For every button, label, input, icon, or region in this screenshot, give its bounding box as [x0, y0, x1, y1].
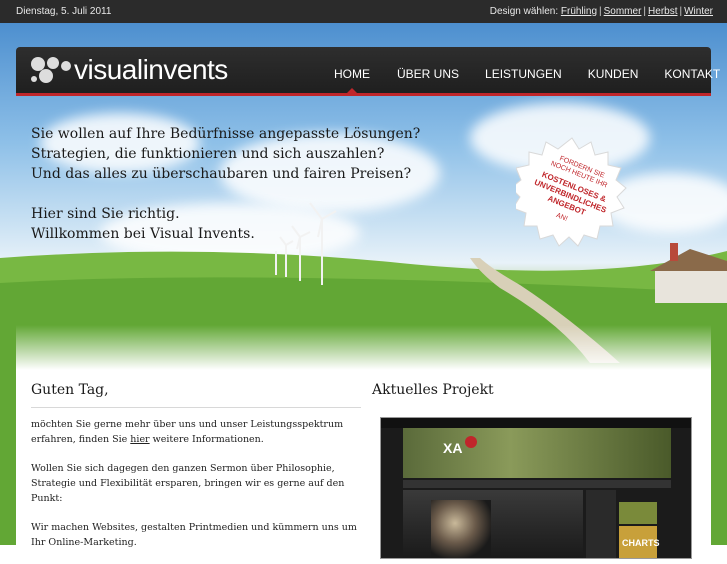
design-link-winter[interactable]: Winter — [684, 6, 713, 17]
slogan-line: Sie wollen auf Ihre Bedürfnisse angepass… — [31, 126, 421, 142]
design-label: Design wählen: — [489, 6, 559, 17]
design-link-summer[interactable]: Sommer — [604, 6, 642, 17]
project-logo-icon: XA — [443, 440, 463, 456]
project-column: Aktuelles Projekt XA CHARTS — [372, 382, 702, 559]
project-thumb-label: CHARTS — [622, 538, 660, 548]
hero-slogan: Sie wollen auf Ihre Bedürfnisse angepass… — [31, 124, 420, 244]
project-screenshot[interactable]: XA CHARTS — [380, 417, 692, 559]
welcome-column: Guten Tag, möchten Sie gerne mehr über u… — [31, 382, 361, 564]
welcome-paragraph: Wir machen Websites, gestalten Printmedi… — [31, 522, 357, 548]
logo-wordmark: visualinvents — [74, 54, 228, 85]
project-heading: Aktuelles Projekt — [372, 382, 494, 398]
logo-dots-icon — [31, 57, 71, 83]
offer-badge[interactable]: FORDERN SIE NOCH HEUTE IHR KOSTENLOSES & U… — [516, 136, 628, 248]
nav-leistungen[interactable]: LEISTUNGEN — [472, 47, 575, 93]
slogan-line: Hier sind Sie richtig. — [31, 206, 180, 222]
nav-kontakt[interactable]: KONTAKT — [651, 47, 727, 93]
slogan-line: Strategien, die funktionieren und sich a… — [31, 146, 385, 162]
date-text: Dienstag, 5. Juli 2011 — [16, 6, 112, 17]
nav-kunden[interactable]: KUNDEN — [575, 47, 652, 93]
nav-home[interactable]: HOME — [320, 47, 384, 93]
slogan-line: Willkommen bei Visual Invents. — [31, 226, 255, 242]
slogan-line: Und das alles zu überschaubaren und fair… — [31, 166, 412, 182]
design-link-spring[interactable]: Frühling — [561, 6, 597, 17]
content-area: Guten Tag, möchten Sie gerne mehr über u… — [16, 325, 711, 559]
welcome-paragraph: möchten Sie gerne mehr über uns und unse… — [31, 419, 344, 445]
design-switcher: Design wählen: Frühling | Sommer | Herbst | Wi… — [489, 6, 713, 17]
main-menu: HOME ÜBER UNS LEISTUNGEN KUNDEN KONTAKT — [320, 47, 727, 93]
top-bar: Dienstag, 5. Juli 2011 Design wählen: Fr… — [0, 0, 727, 23]
design-link-autumn[interactable]: Herbst — [648, 6, 677, 17]
welcome-heading: Guten Tag, — [31, 382, 109, 398]
info-link[interactable]: hier — [130, 434, 149, 445]
nav-ueber-uns[interactable]: ÜBER UNS — [384, 47, 472, 93]
welcome-paragraph: Wollen Sie sich dagegen den ganzen Sermo… — [31, 463, 345, 504]
divider — [31, 407, 361, 408]
